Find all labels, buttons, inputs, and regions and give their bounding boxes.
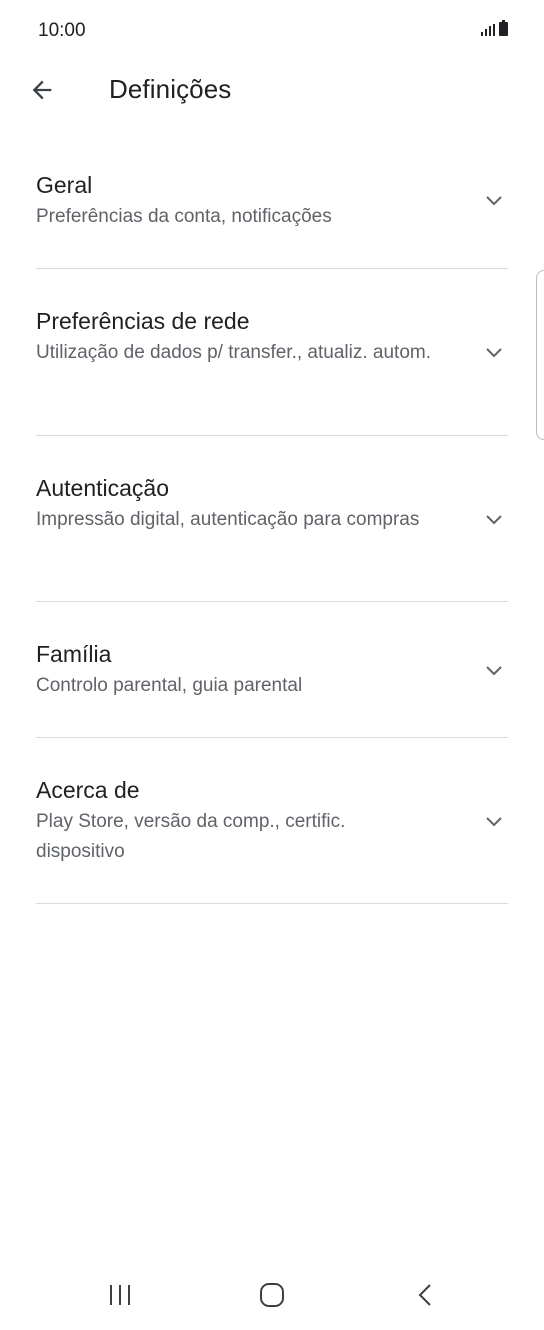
setting-title: Acerca de <box>36 777 140 803</box>
setting-item-familia[interactable]: Família Controlo parental, guia parental <box>36 602 508 738</box>
status-bar: 10:00 <box>0 0 544 60</box>
setting-title: Autenticação <box>36 475 169 501</box>
setting-text: Autenticação Impressão digital, autentic… <box>36 473 436 535</box>
back-chevron-icon <box>418 1284 431 1306</box>
setting-title: Família <box>36 641 112 667</box>
chevron-down-icon[interactable] <box>482 809 506 833</box>
page-title: Definições <box>109 74 232 104</box>
setting-subtitle: Preferências da conta, notificações <box>36 206 332 227</box>
setting-subtitle: Play Store, versão da comp., certific. d… <box>36 811 346 862</box>
setting-title: Preferências de rede <box>36 308 250 334</box>
setting-text: Preferências de rede Utilização de dados… <box>36 306 436 368</box>
setting-subtitle: Impressão digital, autenticação para com… <box>36 509 420 530</box>
recents-button[interactable] <box>95 1270 145 1320</box>
setting-subtitle: Controlo parental, guia parental <box>36 675 303 696</box>
setting-text: Acerca de Play Store, versão da comp., c… <box>36 775 436 867</box>
back-button[interactable] <box>22 70 62 110</box>
status-time: 10:00 <box>38 20 86 41</box>
recents-icon <box>110 1285 130 1305</box>
status-icons <box>481 20 508 36</box>
battery-icon <box>499 20 508 36</box>
chevron-down-icon[interactable] <box>482 658 506 682</box>
settings-list: Geral Preferências da conta, notificaçõe… <box>0 135 544 904</box>
navigation-bar <box>0 1260 544 1330</box>
setting-item-acerca-de[interactable]: Acerca de Play Store, versão da comp., c… <box>36 738 508 904</box>
nav-back-button[interactable] <box>401 1270 451 1320</box>
arrow-left-icon <box>32 80 52 100</box>
scroll-indicator[interactable] <box>536 270 544 440</box>
setting-title: Geral <box>36 172 93 198</box>
home-button[interactable] <box>247 1270 297 1320</box>
chevron-down-icon[interactable] <box>482 507 506 531</box>
setting-item-autenticacao[interactable]: Autenticação Impressão digital, autentic… <box>36 436 508 602</box>
signal-icon <box>481 24 495 36</box>
setting-item-geral[interactable]: Geral Preferências da conta, notificaçõe… <box>36 135 508 269</box>
home-icon <box>260 1283 284 1307</box>
setting-subtitle: Utilização de dados p/ transfer., atuali… <box>36 342 431 363</box>
setting-item-preferencias-rede[interactable]: Preferências de rede Utilização de dados… <box>36 269 508 436</box>
chevron-down-icon[interactable] <box>482 340 506 364</box>
app-bar: Definições <box>0 60 544 120</box>
setting-text: Família Controlo parental, guia parental <box>36 639 436 701</box>
chevron-down-icon[interactable] <box>482 188 506 212</box>
setting-text: Geral Preferências da conta, notificaçõe… <box>36 170 436 232</box>
